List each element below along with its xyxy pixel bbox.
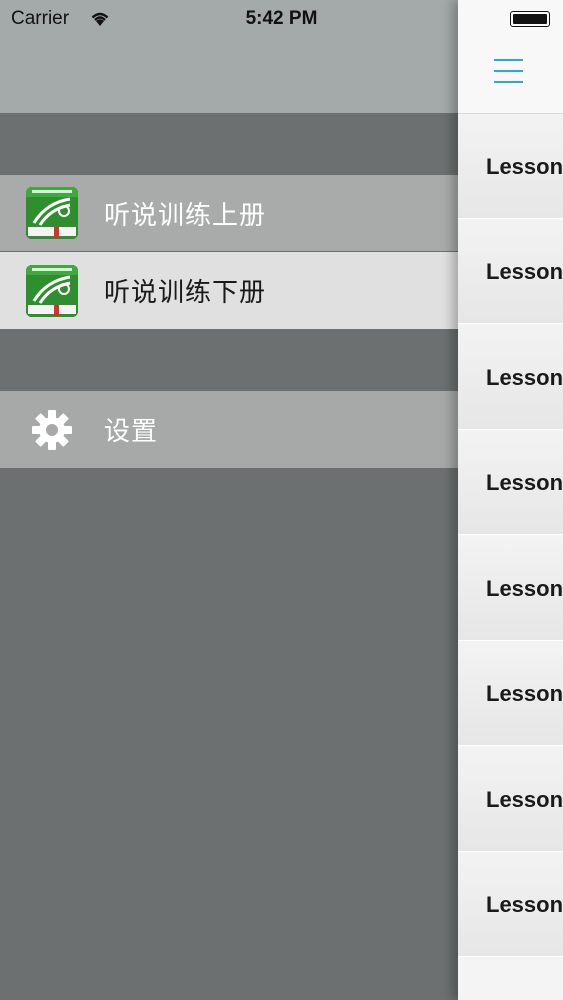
lesson-row[interactable]: Lesson	[458, 219, 563, 324]
drawer-item-settings[interactable]: 设置	[0, 391, 458, 468]
lesson-title: Lesson	[486, 892, 563, 917]
lesson-title: Lesson	[486, 154, 563, 179]
lesson-title: Lesson	[486, 787, 563, 812]
lesson-row[interactable]: Lesson	[458, 536, 563, 641]
drawer-item-label: 听说训练下册	[104, 277, 267, 307]
lesson-row[interactable]: Lesson	[458, 641, 563, 746]
battery-icon	[510, 11, 550, 27]
lesson-title: Lesson	[486, 259, 563, 284]
lesson-row[interactable]: Lesson	[458, 747, 563, 852]
lesson-row[interactable]: Lesson	[458, 430, 563, 535]
lesson-row[interactable]: Lesson	[458, 325, 563, 430]
drawer-item-book-volume-2[interactable]: 听说训练下册	[0, 252, 458, 329]
book-icon	[26, 264, 78, 317]
lesson-title: Lesson	[486, 365, 563, 390]
lesson-row[interactable]: Lesson	[458, 852, 563, 957]
book-icon	[26, 187, 78, 239]
lesson-list-panel: Lesson Lesson Lesson Lesson Lesson Lesso…	[458, 0, 563, 1000]
lesson-row[interactable]: Lesson	[458, 114, 563, 219]
gear-icon	[26, 404, 78, 456]
clock: 5:42 PM	[245, 8, 318, 29]
drawer-item-book-volume-1[interactable]: 听说训练上册	[0, 175, 458, 251]
lesson-title: Lesson	[486, 470, 563, 495]
status-bar: Carrier 5:42 PM	[0, 0, 563, 40]
drawer-item-label: 设置	[104, 416, 159, 446]
hamburger-menu-icon[interactable]	[494, 59, 524, 85]
drawer-item-label: 听说训练上册	[104, 199, 267, 230]
side-drawer: 听说训练上册 听说训练下册 设置	[0, 0, 458, 1000]
lesson-title: Lesson	[486, 681, 563, 706]
lesson-title: Lesson	[486, 576, 563, 601]
